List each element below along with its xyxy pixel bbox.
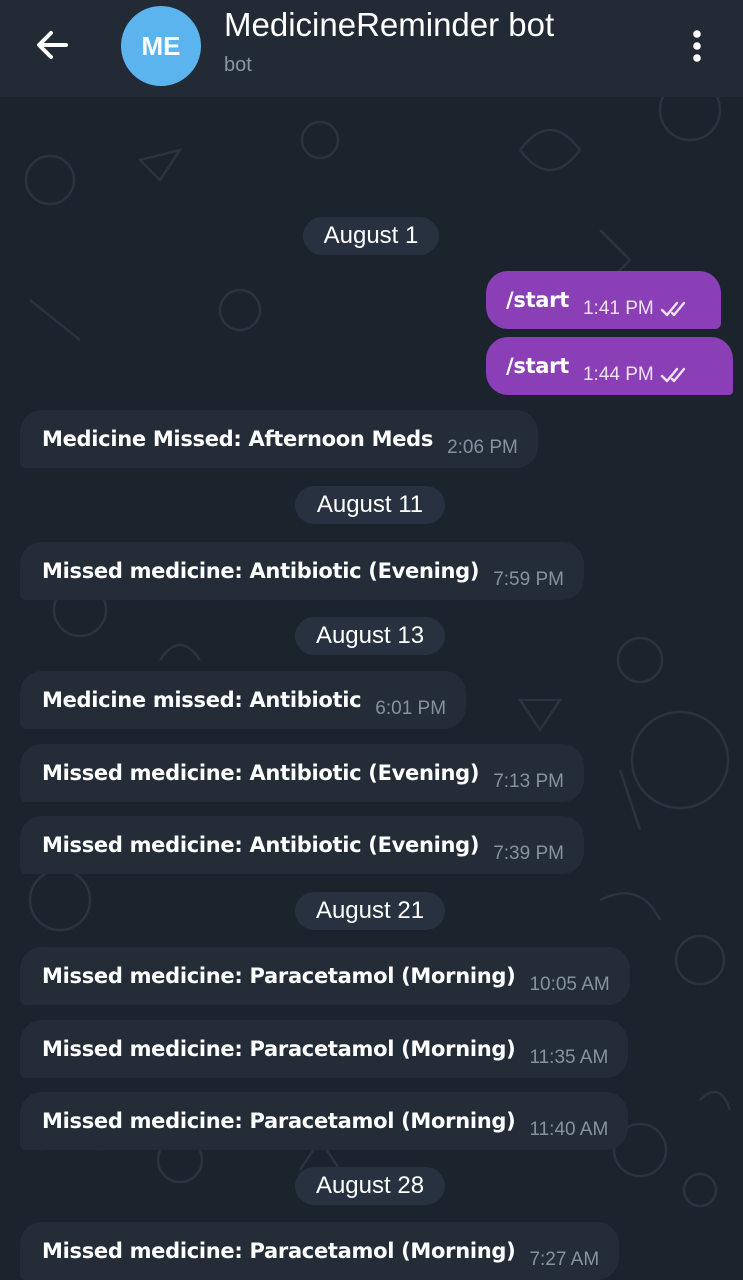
double-check-icon: [660, 301, 685, 317]
incoming-message[interactable]: Missed medicine: Antibiotic (Evening) 7:…: [20, 744, 584, 802]
incoming-message[interactable]: Missed medicine: Paracetamol (Morning) 7…: [20, 1222, 620, 1280]
incoming-message[interactable]: Missed medicine: Paracetamol (Morning) 1…: [20, 947, 630, 1005]
date-separator: August 21: [295, 892, 445, 930]
double-check-icon: [660, 367, 685, 383]
message-time: 6:01 PM: [375, 698, 447, 719]
incoming-message[interactable]: Medicine Missed: Afternoon Meds 2:06 PM: [20, 410, 538, 468]
incoming-message[interactable]: Missed medicine: Antibiotic (Evening) 7:…: [20, 816, 584, 874]
incoming-message[interactable]: Missed medicine: Paracetamol (Morning) 1…: [20, 1092, 629, 1150]
message-text: /start: [506, 354, 569, 378]
chat-header: ME MedicineReminder bot bot: [0, 0, 743, 97]
message-text: Medicine missed: Antibiotic: [42, 688, 362, 712]
message-text: /start: [506, 288, 569, 312]
avatar[interactable]: ME: [121, 6, 201, 86]
message-text: Missed medicine: Paracetamol (Morning): [42, 1239, 516, 1263]
more-vertical-icon: [693, 30, 701, 62]
message-time: 11:40 AM: [529, 1119, 609, 1140]
message-time: 10:05 AM: [529, 974, 610, 995]
date-separator: August 13: [295, 617, 445, 655]
message-time: 1:44 PM: [582, 364, 654, 385]
outgoing-message[interactable]: /start 1:44 PM: [486, 337, 733, 395]
message-time: 11:35 AM: [529, 1047, 609, 1068]
message-text: Missed medicine: Antibiotic (Evening): [42, 761, 480, 785]
message-time: 7:27 AM: [529, 1249, 600, 1270]
message-text: Medicine Missed: Afternoon Meds: [42, 427, 434, 451]
date-separator: August 28: [295, 1167, 445, 1205]
message-time: 7:13 PM: [493, 771, 564, 792]
chat-subtitle: bot: [224, 54, 252, 76]
back-button[interactable]: [28, 22, 78, 70]
message-time: 2:06 PM: [447, 437, 518, 458]
message-text: Missed medicine: Paracetamol (Morning): [42, 1109, 516, 1133]
message-time: 7:59 PM: [493, 569, 564, 590]
outgoing-message[interactable]: /start 1:41 PM: [486, 271, 721, 329]
message-text: Missed medicine: Antibiotic (Evening): [42, 559, 480, 583]
date-separator: August 1: [303, 217, 439, 255]
message-time: 1:41 PM: [582, 298, 654, 319]
arrow-left-icon: [37, 31, 68, 59]
date-separator: August 11: [295, 486, 445, 524]
chat-title[interactable]: MedicineReminder bot: [224, 6, 554, 44]
incoming-message[interactable]: Missed medicine: Antibiotic (Evening) 7:…: [20, 542, 584, 600]
message-time: 7:39 PM: [493, 843, 564, 864]
incoming-message[interactable]: Missed medicine: Paracetamol (Morning) 1…: [20, 1020, 629, 1078]
message-text: Missed medicine: Paracetamol (Morning): [42, 964, 516, 988]
message-text: Missed medicine: Antibiotic (Evening): [42, 833, 480, 857]
message-text: Missed medicine: Paracetamol (Morning): [42, 1037, 516, 1061]
more-options-button[interactable]: [680, 24, 714, 68]
incoming-message[interactable]: Medicine missed: Antibiotic 6:01 PM: [20, 671, 467, 729]
